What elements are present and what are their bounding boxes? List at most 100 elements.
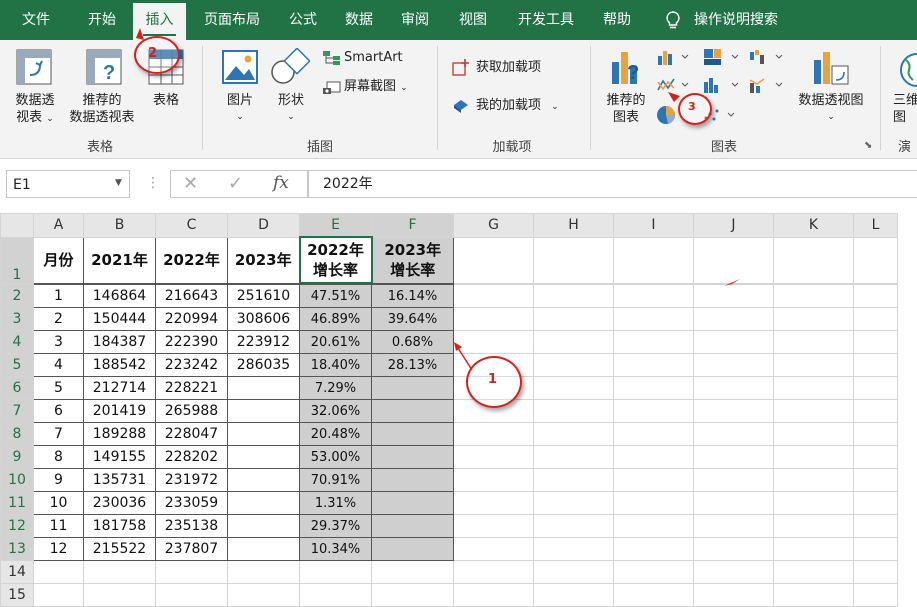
cell-C15[interactable] [155,583,228,607]
cell-E7[interactable]: 32.06% [299,399,372,423]
cell-G12[interactable] [453,514,534,538]
column-header[interactable]: G [453,213,534,238]
cell-F5[interactable]: 28.13% [371,353,454,377]
formula-input[interactable]: 2022年 [308,170,917,198]
insert-function-icon[interactable]: fx [273,173,289,193]
cell-H12[interactable] [533,514,614,538]
cell-F4[interactable]: 0.68% [371,330,454,354]
tab-view[interactable]: 视图 [450,0,496,40]
cell-I8[interactable] [613,422,694,446]
cell-B13[interactable]: 215522 [83,537,156,561]
cell-H5[interactable] [533,353,614,377]
cell-D1[interactable]: 2023年 [227,236,300,284]
cell-E15[interactable] [299,583,372,607]
cell-G8[interactable] [453,422,534,446]
cell-A2[interactable]: 1 [33,284,84,308]
cell-F11[interactable] [371,491,454,515]
cell-A13[interactable]: 12 [33,537,84,561]
cell-A12[interactable]: 11 [33,514,84,538]
cell-E3[interactable]: 46.89% [299,307,372,331]
cell-C10[interactable]: 231972 [155,468,228,492]
cell-E1[interactable]: 2022年 增长率 [298,236,373,284]
cell-E8[interactable]: 20.48% [299,422,372,446]
cell-C2[interactable]: 216643 [155,284,228,308]
cell-K6[interactable] [773,376,854,400]
cell[interactable] [613,236,694,284]
cell-I13[interactable] [613,537,694,561]
cell-K2[interactable] [773,284,854,308]
cell-D7[interactable] [227,399,300,423]
row-header[interactable]: 12 [0,514,34,538]
cell-B4[interactable]: 184387 [83,330,156,354]
cell-C14[interactable] [155,560,228,584]
cell-E2[interactable]: 47.51% [299,284,372,308]
get-addins-button[interactable]: 获取加载项 [476,59,541,76]
cell-L11[interactable] [853,491,898,515]
cell-A7[interactable]: 6 [33,399,84,423]
cell-E9[interactable]: 53.00% [299,445,372,469]
column-header[interactable]: K [773,213,854,238]
cell-A10[interactable]: 9 [33,468,84,492]
cell-B2[interactable]: 146864 [83,284,156,308]
cell-C11[interactable]: 233059 [155,491,228,515]
cell-A4[interactable]: 3 [33,330,84,354]
cell-E13[interactable]: 10.34% [299,537,372,561]
cell-C5[interactable]: 223242 [155,353,228,377]
cell-L5[interactable] [853,353,898,377]
cell-H10[interactable] [533,468,614,492]
statistic-chart-icon[interactable] [702,76,742,94]
cell-C13[interactable]: 237807 [155,537,228,561]
cell-L4[interactable] [853,330,898,354]
cell-C1[interactable]: 2022年 [155,236,228,284]
cell-F8[interactable] [371,422,454,446]
cell-K11[interactable] [773,491,854,515]
cell-D13[interactable] [227,537,300,561]
cell-I7[interactable] [613,399,694,423]
cell-I9[interactable] [613,445,694,469]
pivot-table-button[interactable]: 数据透 视表 ⌄ [6,92,64,128]
cell-L8[interactable] [853,422,898,446]
cell-B14[interactable] [83,560,156,584]
cell-D10[interactable] [227,468,300,492]
my-addins-button[interactable]: 我的加载项 ⌄ [476,97,559,116]
cell-A15[interactable] [33,583,84,607]
cell-F6[interactable] [371,376,454,400]
3d-map-button[interactable]: 三维 图 [893,92,917,126]
cell-B5[interactable]: 188542 [83,353,156,377]
cell-L6[interactable] [853,376,898,400]
column-header[interactable]: I [613,213,694,238]
row-header[interactable]: 13 [0,537,34,561]
cell-L14[interactable] [853,560,898,584]
cell[interactable] [773,236,854,284]
row-header[interactable]: 11 [0,491,34,515]
cell-A8[interactable]: 7 [33,422,84,446]
cell-D6[interactable] [227,376,300,400]
cell-E12[interactable]: 29.37% [299,514,372,538]
select-all-corner[interactable] [0,213,34,238]
cell-C7[interactable]: 265988 [155,399,228,423]
row-header[interactable]: 6 [0,376,34,400]
cell-H4[interactable] [533,330,614,354]
cell-G13[interactable] [453,537,534,561]
cell-H11[interactable] [533,491,614,515]
cell-H2[interactable] [533,284,614,308]
cell-D14[interactable] [227,560,300,584]
hierarchy-chart-icon[interactable] [702,48,742,66]
cell-E10[interactable]: 70.91% [299,468,372,492]
search-box[interactable]: 操作说明搜索 [694,0,794,40]
cell-J11[interactable] [693,491,774,515]
cell-F2[interactable]: 16.14% [371,284,454,308]
cell-B8[interactable]: 189288 [83,422,156,446]
cell-B12[interactable]: 181758 [83,514,156,538]
cell-E6[interactable]: 7.29% [299,376,372,400]
cell-J3[interactable] [693,307,774,331]
table-button[interactable]: 表格 [144,92,188,109]
cell-F9[interactable] [371,445,454,469]
cell-K9[interactable] [773,445,854,469]
column-header[interactable]: B [83,213,156,238]
cell-D3[interactable]: 308606 [227,307,300,331]
column-header[interactable]: H [533,213,614,238]
column-header[interactable]: D [227,213,300,238]
cell-D5[interactable]: 286035 [227,353,300,377]
cell-L10[interactable] [853,468,898,492]
